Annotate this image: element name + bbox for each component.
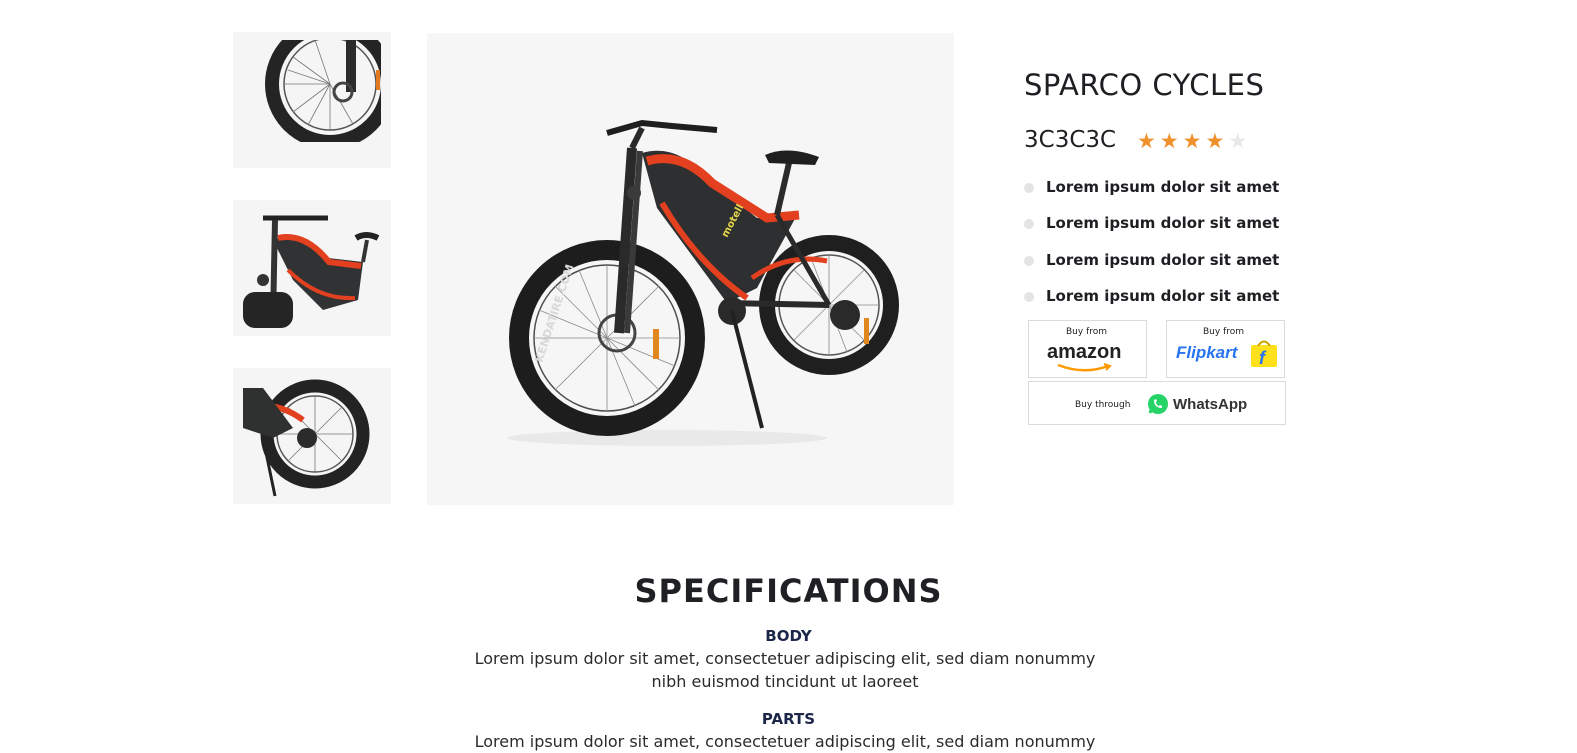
flipkart-bag-icon: f <box>1251 340 1277 368</box>
feature-text: Lorem ipsum dolor sit amet <box>1046 178 1280 196</box>
bullet-icon <box>1024 291 1034 302</box>
thumbnail-rear-wheel[interactable] <box>233 368 391 504</box>
rating-stars: ★ ★ ★ ★ ★ <box>1137 130 1247 152</box>
product-title: SPARCO CYCLES <box>1024 68 1265 102</box>
feature-item: Lorem ipsum dolor sit amet <box>1024 178 1279 214</box>
specifications-heading: SPECIFICATIONS <box>634 572 943 610</box>
amazon-smile-icon <box>1057 363 1112 372</box>
star-empty-icon: ★ <box>1228 129 1248 153</box>
buy-from-flipkart-button[interactable]: Buy from Flipkart f <box>1166 320 1285 378</box>
feature-text: Lorem ipsum dolor sit amet <box>1046 214 1280 233</box>
product-code: 3C3C3C <box>1024 127 1117 153</box>
buy-through-whatsapp-button[interactable]: Buy through WhatsApp <box>1028 381 1286 425</box>
spec-body-text: Lorem ipsum dolor sit amet, consectetuer… <box>474 649 1096 691</box>
whatsapp-prefix: Buy through <box>1075 400 1131 410</box>
rear-wheel-thumbnail-image <box>233 368 391 504</box>
whatsapp-label: WhatsApp <box>1173 396 1248 413</box>
feature-item: Lorem ipsum dolor sit amet <box>1024 251 1279 287</box>
thumbnail-front-wheel[interactable] <box>233 32 391 168</box>
spec-parts-title: PARTS <box>761 710 816 728</box>
amazon-prefix: Buy from <box>1066 327 1108 337</box>
flipkart-prefix: Buy from <box>1203 327 1245 337</box>
bullet-icon <box>1024 219 1034 230</box>
feature-list: Lorem ipsum dolor sit amet Lorem ipsum d… <box>1024 178 1279 323</box>
frame-thumbnail-image <box>233 200 391 336</box>
star-filled-icon: ★ <box>1137 129 1156 153</box>
front-wheel-thumbnail-image <box>233 32 391 168</box>
thumbnail-frame[interactable] <box>233 200 391 336</box>
buy-from-amazon-button[interactable]: Buy from amazon <box>1028 320 1147 378</box>
flipkart-logo-text: Flipkart <box>1176 343 1238 362</box>
feature-text: Lorem ipsum dolor sit amet <box>1046 250 1280 269</box>
star-filled-icon: ★ <box>1182 129 1202 153</box>
bullet-icon <box>1024 183 1034 193</box>
main-product-image: KENDATIRE.COM motell <box>427 33 954 505</box>
whatsapp-icon <box>1148 394 1168 414</box>
bicycle-image: KENDATIRE.COM motell <box>427 33 954 505</box>
star-filled-icon: ★ <box>1159 129 1179 153</box>
star-filled-icon: ★ <box>1205 129 1225 153</box>
spec-parts-text: Lorem ipsum dolor sit amet, consectetuer… <box>474 732 1096 751</box>
spec-body-title: BODY <box>765 627 812 645</box>
feature-text: Lorem ipsum dolor sit amet <box>1046 286 1280 305</box>
feature-item: Lorem ipsum dolor sit amet <box>1024 214 1279 250</box>
feature-item: Lorem ipsum dolor sit amet <box>1024 287 1279 323</box>
bullet-icon <box>1024 255 1034 266</box>
amazon-logo-text: amazon <box>1047 341 1122 363</box>
